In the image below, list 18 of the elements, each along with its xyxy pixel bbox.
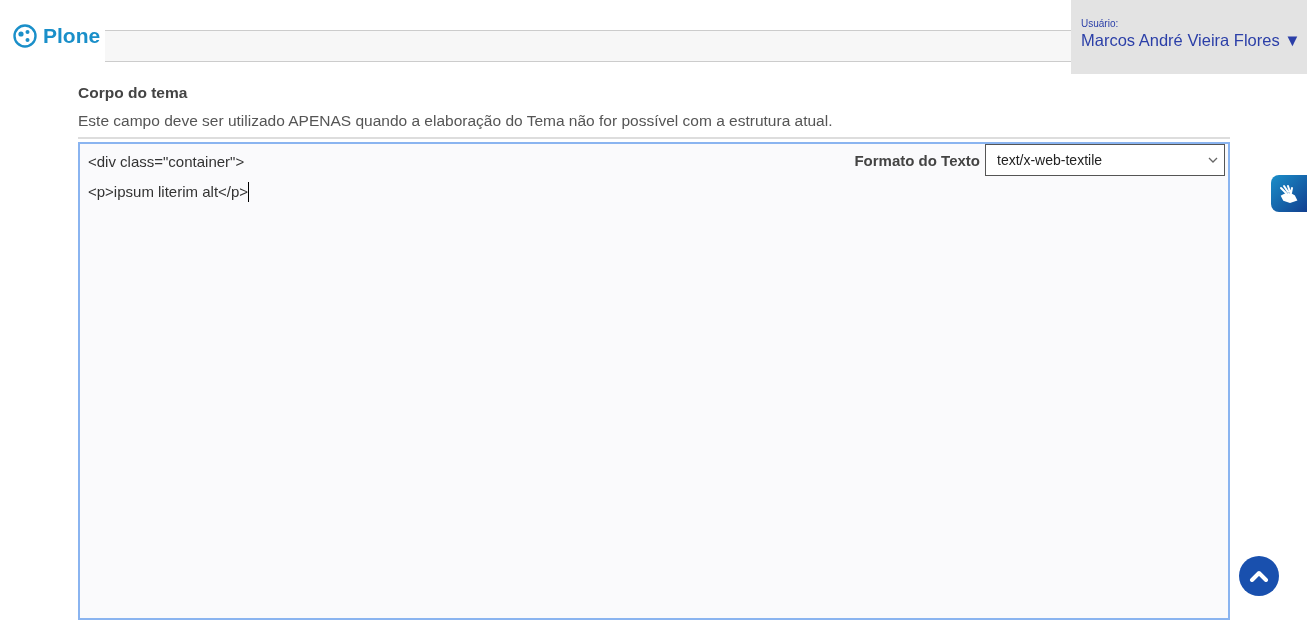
chevron-down-icon [1208, 157, 1218, 163]
code-editor[interactable]: <div class="container"> <p>ipsum literim alt</p> Formato do Texto text/x-web-textile [78, 142, 1230, 620]
hands-icon [1278, 183, 1300, 204]
format-select[interactable]: text/x-web-textile [985, 144, 1225, 176]
logo-icon [13, 24, 37, 48]
field-label: Corpo do tema [78, 84, 189, 103]
logo-text: Plone [43, 24, 101, 48]
sign-language-button[interactable] [1271, 175, 1307, 212]
code-line: <p>ipsum literim alt</p> [88, 183, 249, 200]
format-label: Formato do Texto [854, 151, 980, 169]
user-menu-link[interactable]: Marcos André Vieira Flores ▼ [1081, 31, 1301, 50]
field-help-text: Este campo deve ser utilizado APENAS quando a elaboração do Tema não for possível com a estrutura atual. [78, 112, 834, 131]
user-label: Usuário: [1081, 18, 1120, 29]
scroll-to-top-button[interactable] [1239, 556, 1279, 596]
plone-logo[interactable]: Plone [0, 0, 105, 48]
code-line: <div class="container"> [88, 153, 245, 170]
text-cursor [248, 182, 250, 202]
chevron-up-icon [1249, 570, 1269, 582]
